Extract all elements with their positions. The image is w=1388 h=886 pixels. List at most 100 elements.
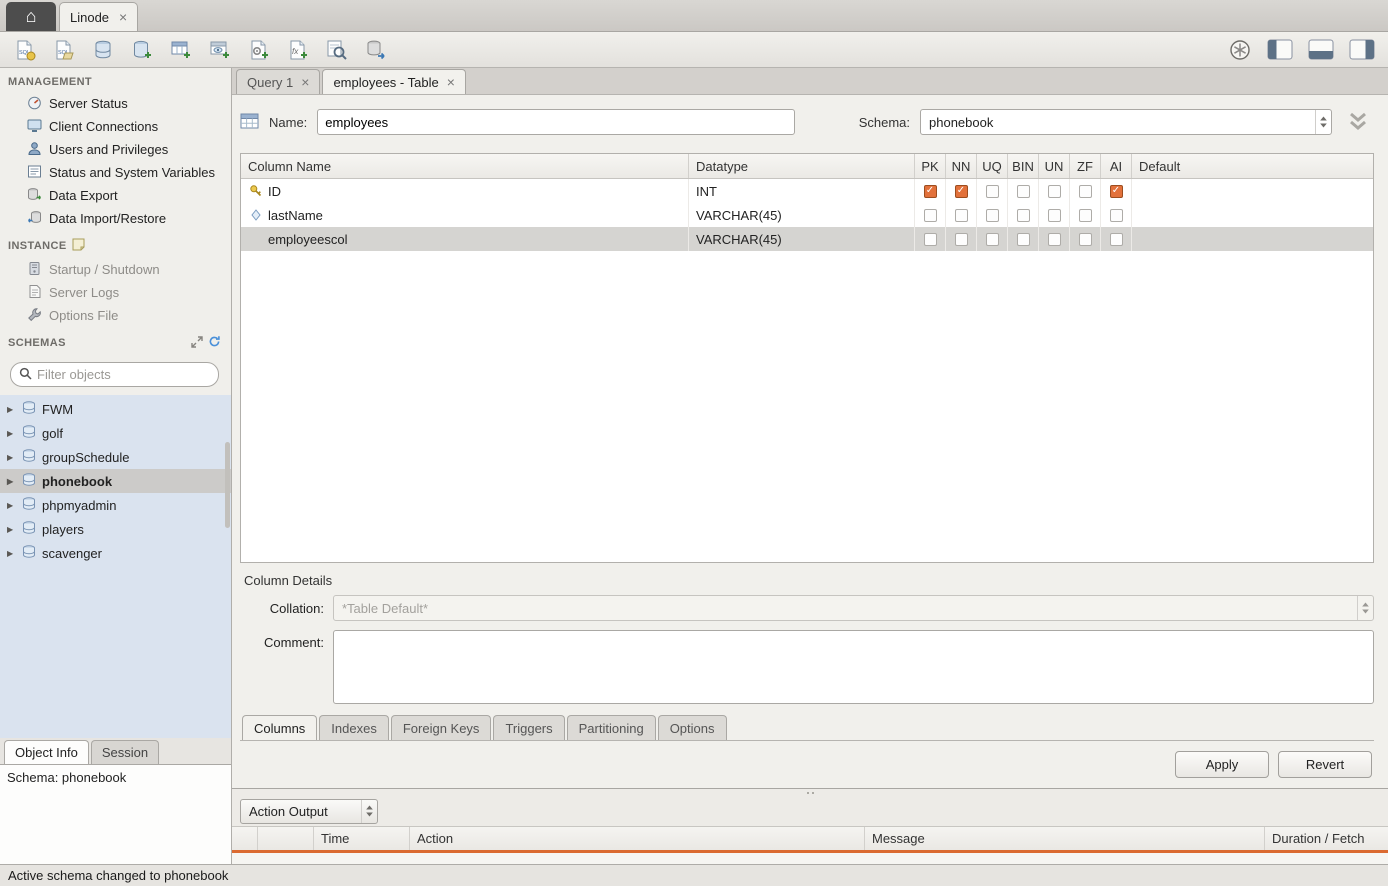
expand-arrow-icon[interactable]: ▶ (7, 501, 16, 510)
column-row-lastname[interactable]: lastName VARCHAR(45) (241, 203, 1373, 227)
open-sql-script-icon[interactable]: SQL (51, 37, 77, 63)
close-icon[interactable]: × (119, 9, 127, 25)
grid-header-column-name[interactable]: Column Name (241, 154, 689, 178)
sidebar-item-client-connections[interactable]: Client Connections (0, 115, 231, 138)
toggle-output-panel-icon[interactable] (1307, 37, 1335, 63)
refresh-schemas-icon[interactable] (208, 335, 221, 351)
output-header-message[interactable]: Message (865, 827, 1265, 850)
schemas-icon[interactable] (90, 37, 116, 63)
ai-checkbox[interactable] (1110, 233, 1123, 246)
expand-arrow-icon[interactable]: ▶ (7, 453, 16, 462)
grid-header-default[interactable]: Default (1132, 154, 1373, 178)
ai-checkbox[interactable] (1110, 185, 1123, 198)
zf-checkbox[interactable] (1079, 209, 1092, 222)
un-checkbox[interactable] (1048, 209, 1061, 222)
tab-foreign-keys[interactable]: Foreign Keys (391, 715, 492, 740)
new-sql-editor-icon[interactable]: SQL (12, 37, 38, 63)
schema-item-fwm[interactable]: ▶ FWM (0, 397, 231, 421)
create-procedure-icon[interactable] (246, 37, 272, 63)
schema-item-phonebook[interactable]: ▶ phonebook (0, 469, 231, 493)
create-table-icon[interactable] (168, 37, 194, 63)
output-rows-area[interactable] (232, 853, 1388, 864)
data-transfer-icon[interactable] (363, 37, 389, 63)
grid-header-uq[interactable]: UQ (977, 154, 1008, 178)
nn-checkbox[interactable] (955, 185, 968, 198)
pk-checkbox[interactable] (924, 185, 937, 198)
grid-header-un[interactable]: UN (1039, 154, 1070, 178)
toggle-sidebar-icon[interactable] (1266, 37, 1294, 63)
bin-checkbox[interactable] (1017, 209, 1030, 222)
grid-header-pk[interactable]: PK (915, 154, 946, 178)
sidebar-item-status-system-variables[interactable]: Status and System Variables (0, 161, 231, 184)
zf-checkbox[interactable] (1079, 233, 1092, 246)
bin-checkbox[interactable] (1017, 233, 1030, 246)
expand-arrow-icon[interactable]: ▶ (7, 477, 16, 486)
sidebar-item-data-export[interactable]: Data Export (0, 184, 231, 207)
sidebar-item-server-status[interactable]: Server Status (0, 92, 231, 115)
default-cell[interactable] (1132, 179, 1373, 203)
panel-splitter-handle[interactable] (232, 789, 1388, 796)
expand-arrow-icon[interactable]: ▶ (7, 549, 16, 558)
tab-object-info[interactable]: Object Info (4, 740, 89, 764)
schema-select[interactable]: phonebook (920, 109, 1332, 135)
close-icon[interactable]: × (447, 74, 455, 90)
nn-checkbox[interactable] (955, 209, 968, 222)
expand-arrow-icon[interactable]: ▶ (7, 525, 16, 534)
schema-filter[interactable] (10, 362, 219, 387)
grid-header-ai[interactable]: AI (1101, 154, 1132, 178)
expand-arrow-icon[interactable]: ▶ (7, 405, 16, 414)
un-checkbox[interactable] (1048, 233, 1061, 246)
create-view-icon[interactable] (207, 37, 233, 63)
grid-empty-area[interactable] (241, 251, 1373, 562)
tab-employees-table[interactable]: employees - Table × (322, 69, 465, 94)
schema-item-groupschedule[interactable]: ▶ groupSchedule (0, 445, 231, 469)
expand-schemas-icon[interactable] (191, 336, 203, 351)
sidebar-item-startup-shutdown[interactable]: Startup / Shutdown (0, 258, 231, 281)
nn-checkbox[interactable] (955, 233, 968, 246)
tab-triggers[interactable]: Triggers (493, 715, 564, 740)
tab-partitioning[interactable]: Partitioning (567, 715, 656, 740)
schema-item-scavenger[interactable]: ▶ scavenger (0, 541, 231, 565)
zf-checkbox[interactable] (1079, 185, 1092, 198)
uq-checkbox[interactable] (986, 209, 999, 222)
create-schema-icon[interactable] (129, 37, 155, 63)
sidebar-item-options-file[interactable]: Options File (0, 304, 231, 327)
search-data-icon[interactable] (324, 37, 350, 63)
schema-item-players[interactable]: ▶ players (0, 517, 231, 541)
schema-item-phpmyadmin[interactable]: ▶ phpmyadmin (0, 493, 231, 517)
comment-textarea[interactable] (333, 630, 1374, 704)
create-function-icon[interactable]: fx (285, 37, 311, 63)
grid-header-nn[interactable]: NN (946, 154, 977, 178)
tab-options[interactable]: Options (658, 715, 727, 740)
expand-arrow-icon[interactable]: ▶ (7, 429, 16, 438)
tab-query-1[interactable]: Query 1 × (236, 69, 320, 94)
bin-checkbox[interactable] (1017, 185, 1030, 198)
tab-columns[interactable]: Columns (242, 715, 317, 740)
column-row-employeescol[interactable]: employeescol VARCHAR(45) (241, 227, 1373, 251)
sidebar-item-server-logs[interactable]: Server Logs (0, 281, 231, 304)
table-name-input[interactable] (317, 109, 795, 135)
grid-header-bin[interactable]: BIN (1008, 154, 1039, 178)
output-header-time[interactable]: Time (314, 827, 410, 850)
default-cell[interactable] (1132, 227, 1373, 251)
home-tab[interactable]: ⌂ (6, 2, 56, 31)
pk-checkbox[interactable] (924, 233, 937, 246)
connection-tab[interactable]: Linode × (59, 2, 138, 31)
sidebar-item-users-privileges[interactable]: Users and Privileges (0, 138, 231, 161)
ai-checkbox[interactable] (1110, 209, 1123, 222)
notifier-icon[interactable] (1227, 37, 1253, 63)
close-icon[interactable]: × (301, 74, 309, 90)
output-type-select[interactable]: Action Output (240, 799, 378, 824)
un-checkbox[interactable] (1048, 185, 1061, 198)
tab-indexes[interactable]: Indexes (319, 715, 389, 740)
default-cell[interactable] (1132, 203, 1373, 227)
toggle-secondary-sidebar-icon[interactable] (1348, 37, 1376, 63)
output-header-action[interactable]: Action (410, 827, 865, 850)
sidebar-item-data-import[interactable]: Data Import/Restore (0, 207, 231, 230)
filter-objects-input[interactable] (37, 367, 213, 382)
grid-header-zf[interactable]: ZF (1070, 154, 1101, 178)
schema-item-golf[interactable]: ▶ golf (0, 421, 231, 445)
output-header-duration[interactable]: Duration / Fetch (1265, 827, 1388, 850)
collation-select[interactable]: *Table Default* (333, 595, 1374, 621)
grid-header-datatype[interactable]: Datatype (689, 154, 915, 178)
